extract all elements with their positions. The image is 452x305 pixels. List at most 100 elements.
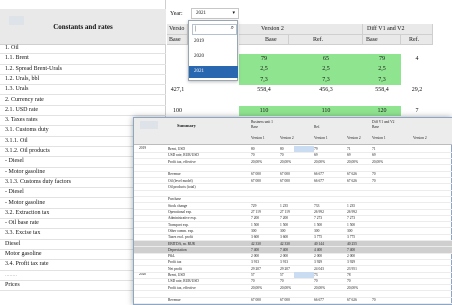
report-cell[interactable]: 78 xyxy=(347,273,351,277)
report-cell[interactable]: 70 xyxy=(372,172,376,176)
grid-cell[interactable]: 79 xyxy=(239,54,289,64)
grid-cell[interactable]: 110 xyxy=(289,106,363,116)
report-cell[interactable]: 67 626 xyxy=(347,172,357,176)
report-cell[interactable]: 3 775 xyxy=(314,235,322,239)
report-cell[interactable]: 2 000 xyxy=(314,254,322,258)
report-cell[interactable]: 67 626 xyxy=(347,298,357,302)
report-cell[interactable]: 1 500 xyxy=(280,223,288,227)
report-cell[interactable]: 66 677 xyxy=(314,179,324,183)
report-cell[interactable]: 79 xyxy=(314,147,318,151)
year-dropdown[interactable]: | ⌕ 2019 2020 2021 xyxy=(188,20,238,81)
report-cell[interactable]: 70 xyxy=(372,179,376,183)
report-cell[interactable]: 2 000 xyxy=(251,254,259,258)
report-cell[interactable]: 300 xyxy=(347,229,352,233)
grid-cell[interactable]: 110 xyxy=(239,106,289,116)
report-cell[interactable]: 67 000 xyxy=(251,298,261,302)
grid-cell[interactable]: 2,5 xyxy=(239,64,289,74)
report-cell[interactable]: 70 xyxy=(280,153,284,157)
report-cell[interactable]: 67 000 xyxy=(280,172,290,176)
grid-cell[interactable] xyxy=(363,95,401,105)
report-cell[interactable]: 20,00% xyxy=(251,286,262,290)
grid-cell[interactable]: 29,2 xyxy=(401,85,433,95)
report-cell[interactable]: 3 929 xyxy=(314,260,322,264)
grid-cell[interactable]: 427,1 xyxy=(167,85,188,95)
report-cell[interactable]: 20,00% xyxy=(347,160,358,164)
report-cell[interactable]: 70 xyxy=(280,279,284,283)
report-cell[interactable]: 29 207 xyxy=(280,267,290,271)
grid-cell[interactable]: 65 xyxy=(289,54,363,64)
report-cell[interactable]: 2 000 xyxy=(280,254,288,258)
report-cell[interactable]: 7 200 xyxy=(251,216,259,220)
report-cell[interactable]: 80 xyxy=(280,147,284,151)
report-cell[interactable]: 300 xyxy=(280,229,285,233)
report-cell[interactable]: 71 xyxy=(347,147,351,151)
dropdown-search-input[interactable]: | ⌕ xyxy=(192,24,237,35)
report-cell[interactable]: 20,00% xyxy=(280,160,291,164)
report-cell[interactable]: 3 929 xyxy=(347,260,355,264)
sidebar-item[interactable]: 1.2. Urals, bbl xyxy=(0,75,166,86)
report-cell[interactable]: 29 207 xyxy=(251,267,261,271)
grid-cell[interactable]: 558,4 xyxy=(239,85,289,95)
report-cell[interactable]: 26 992 xyxy=(314,210,324,214)
sidebar-item[interactable]: 1. Oil xyxy=(0,44,166,55)
report-cell[interactable]: 69 xyxy=(372,153,376,157)
report-cell[interactable]: 66 677 xyxy=(314,172,324,176)
grid-cell[interactable]: 7 xyxy=(401,106,433,116)
report-cell[interactable]: 70 xyxy=(347,279,351,283)
grid-cell[interactable]: 4 xyxy=(401,54,433,64)
report-cell[interactable]: 7 200 xyxy=(280,216,288,220)
report-cell[interactable]: 57 xyxy=(251,273,255,277)
report-cell[interactable]: 70 xyxy=(251,153,255,157)
report-cell[interactable]: 20,00% xyxy=(347,286,358,290)
grid-cell[interactable] xyxy=(167,95,188,105)
report-cell[interactable]: 40 255 xyxy=(347,242,357,246)
report-cell[interactable]: 20,00% xyxy=(372,160,383,164)
report-cell[interactable]: 1 500 xyxy=(314,223,322,227)
grid-cell[interactable]: 79 xyxy=(363,54,401,64)
report-cell[interactable]: 70 xyxy=(251,279,255,283)
sidebar-item[interactable]: 1.2. Spread Brent-Urals xyxy=(0,65,166,75)
grid-cell[interactable] xyxy=(401,75,433,85)
report-cell[interactable]: 20,00% xyxy=(314,286,325,290)
sidebar-item[interactable]: 1.1. Brent xyxy=(0,54,166,65)
report-cell[interactable]: 67 000 xyxy=(280,179,290,183)
grid-cell[interactable] xyxy=(401,95,433,105)
report-cell[interactable]: 3 913 xyxy=(280,260,288,264)
year-select[interactable]: 2021 ▾ xyxy=(191,8,239,19)
report-cell[interactable]: 70 xyxy=(372,298,376,302)
report-cell[interactable]: 69 xyxy=(347,153,351,157)
report-cell[interactable]: 69 xyxy=(314,153,318,157)
report-cell[interactable]: 1 235 xyxy=(347,204,355,208)
report-cell[interactable]: 300 xyxy=(251,229,256,233)
report-cell[interactable]: 3 775 xyxy=(347,235,355,239)
grid-cell[interactable]: 2,5 xyxy=(363,64,401,74)
report-cell[interactable]: 300 xyxy=(314,229,319,233)
report-cell[interactable]: 20,00% xyxy=(280,286,291,290)
report-cell[interactable]: 57 xyxy=(280,273,284,277)
report-cell[interactable]: 7 400 xyxy=(347,248,355,252)
report-cell[interactable]: 733 xyxy=(314,204,319,208)
report-cell[interactable]: 7 400 xyxy=(280,248,288,252)
report-cell[interactable]: 40 144 xyxy=(314,242,324,246)
summary-report-window[interactable]: Summary Business unit 1 Base Version 1 V… xyxy=(133,117,452,305)
report-cell[interactable]: 66 677 xyxy=(314,298,324,302)
grid-cell[interactable] xyxy=(401,64,433,74)
report-cell[interactable]: 42 330 xyxy=(280,242,290,246)
report-cell[interactable]: 3 600 xyxy=(251,235,259,239)
report-cell[interactable]: 70 xyxy=(314,279,318,283)
report-cell[interactable]: 1 235 xyxy=(280,204,288,208)
grid-cell[interactable]: 120 xyxy=(363,106,401,116)
report-cell[interactable]: 3 913 xyxy=(251,260,259,264)
grid-cell[interactable]: 7,3 xyxy=(289,75,363,85)
chevron-down-icon[interactable]: ▾ xyxy=(232,9,235,18)
report-cell[interactable]: 1 500 xyxy=(347,223,355,227)
report-cell[interactable]: 27 119 xyxy=(251,210,261,214)
grid-cell[interactable] xyxy=(239,95,289,105)
grid-cell[interactable]: 7,3 xyxy=(239,75,289,85)
grid-cell[interactable]: 456,3 xyxy=(289,85,363,95)
report-cell[interactable]: 67 000 xyxy=(251,179,261,183)
report-cell[interactable]: 3 600 xyxy=(280,235,288,239)
report-cell[interactable]: 7 400 xyxy=(251,248,259,252)
report-cell[interactable]: 20,00% xyxy=(314,160,325,164)
report-cell[interactable]: 67 000 xyxy=(251,172,261,176)
